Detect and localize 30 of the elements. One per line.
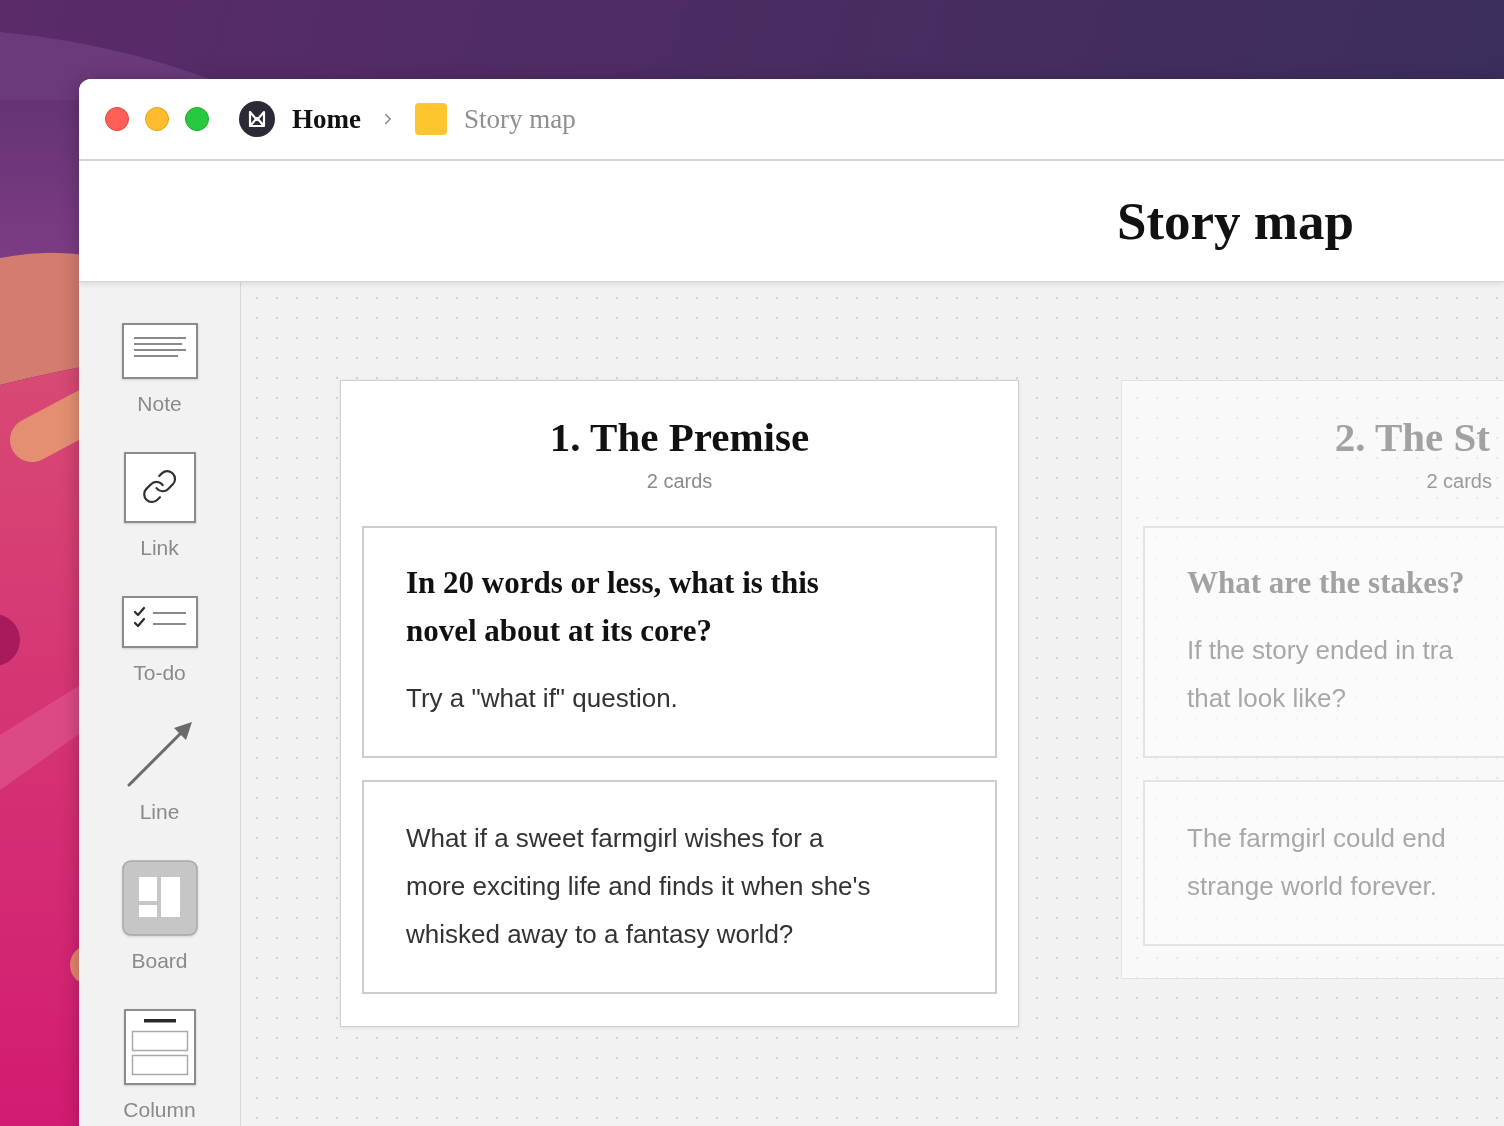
tool-button[interactable]: To-do bbox=[121, 596, 198, 685]
column-icon bbox=[123, 1009, 196, 1085]
checklist-icon bbox=[121, 596, 198, 648]
tool-button[interactable]: Board bbox=[121, 860, 198, 973]
card-text: What if a sweet farmgirl wishes for a more exciting life and finds it when she's whisked away to a fantasy world? bbox=[406, 822, 872, 951]
card-text: The farmgirl could end strange world forever. bbox=[1187, 822, 1447, 903]
tool-button[interactable]: Note bbox=[121, 323, 198, 416]
breadcrumb-link[interactable]: Story map bbox=[464, 102, 576, 136]
card-text: Try a "what if" question. bbox=[406, 682, 679, 715]
board-icon bbox=[121, 860, 198, 936]
close-icon[interactable] bbox=[105, 107, 129, 131]
minimize-icon[interactable] bbox=[145, 107, 169, 131]
card-count: 2 cards bbox=[646, 469, 713, 494]
note-icon bbox=[121, 323, 198, 379]
card-text: If the story ended in tra that look like? bbox=[1187, 634, 1454, 715]
tool-button[interactable]: Line bbox=[126, 721, 193, 824]
board-thumbnail-icon bbox=[415, 103, 447, 135]
board-title: Story map bbox=[1116, 191, 1354, 252]
tool-button[interactable]: Column bbox=[123, 1009, 196, 1122]
card-title: In 20 words or less, what is this novel about at its core? bbox=[406, 564, 820, 650]
chain-link-icon bbox=[123, 452, 196, 523]
logo-icon[interactable] bbox=[239, 101, 275, 137]
column-title: 1. The Premise bbox=[549, 413, 810, 462]
card-count: 2 cards bbox=[1426, 469, 1492, 494]
breadcrumb-link[interactable]: Home bbox=[292, 102, 361, 136]
zoom-icon[interactable] bbox=[185, 107, 209, 131]
card-title: What are the stakes? bbox=[1187, 564, 1466, 602]
tool-button[interactable]: Link bbox=[123, 452, 196, 560]
arrow-icon bbox=[126, 721, 193, 787]
column-title: 2. The St bbox=[1334, 413, 1490, 462]
